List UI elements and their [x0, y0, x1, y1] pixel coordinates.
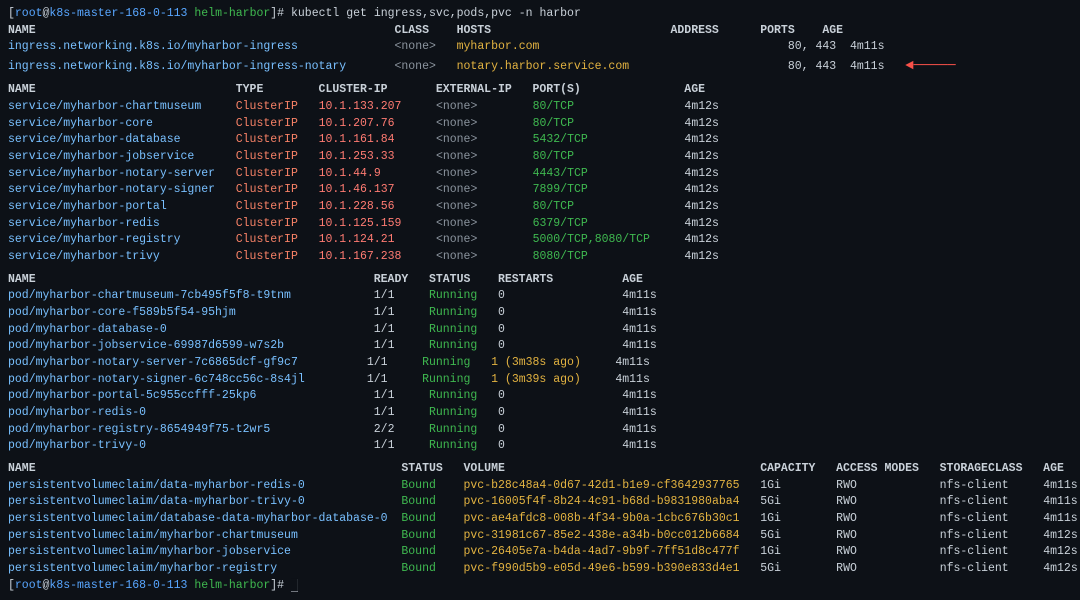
pvc-row-1: persistentvolumeclaim/data-myharbor-redi… [8, 478, 1072, 495]
pod-row-5: pod/myharbor-notary-server-7c6865dcf-gf9… [8, 355, 1072, 372]
pod-row-8: pod/myharbor-redis-0 1/1 Running 0 4m11s [8, 405, 1072, 422]
pod-row-9: pod/myharbor-registry-8654949f75-t2wr5 2… [8, 422, 1072, 439]
pod-row-10: pod/myharbor-trivy-0 1/1 Running 0 4m11s [8, 438, 1072, 455]
svc-row-6: service/myharbor-notary-signer ClusterIP… [8, 182, 1072, 199]
pvc-header: NAME STATUS VOLUME CAPACITY ACCESS MODES… [8, 461, 1072, 478]
pod-row-1: pod/myharbor-chartmuseum-7cb495f5f8-t9tn… [8, 288, 1072, 305]
pvc-row-3: persistentvolumeclaim/database-data-myha… [8, 511, 1072, 528]
svc-row-4: service/myharbor-jobservice ClusterIP 10… [8, 149, 1072, 166]
final-prompt[interactable]: [root@k8s-master-168-0-113 helm-harbor]#… [8, 578, 1072, 595]
pod-row-4: pod/myharbor-jobservice-69987d6599-w7s2b… [8, 338, 1072, 355]
terminal: [root@k8s-master-168-0-113 helm-harbor]#… [0, 0, 1080, 600]
pvc-row-6: persistentvolumeclaim/myharbor-registry … [8, 561, 1072, 578]
pod-header: NAME READY STATUS RESTARTS AGE [8, 272, 1072, 289]
ingress-row-1: ingress.networking.k8s.io/myharbor-ingre… [8, 39, 1072, 56]
pod-row-3: pod/myharbor-database-0 1/1 Running 0 4m… [8, 322, 1072, 339]
svc-row-3: service/myharbor-database ClusterIP 10.1… [8, 132, 1072, 149]
pod-row-7: pod/myharbor-portal-5c955ccfff-25kp6 1/1… [8, 388, 1072, 405]
svc-row-7: service/myharbor-portal ClusterIP 10.1.2… [8, 199, 1072, 216]
pod-row-6: pod/myharbor-notary-signer-6c748cc56c-8s… [8, 372, 1072, 389]
pod-row-2: pod/myharbor-core-f589b5f54-95hjm 1/1 Ru… [8, 305, 1072, 322]
svc-row-9: service/myharbor-registry ClusterIP 10.1… [8, 232, 1072, 249]
svc-row-1: service/myharbor-chartmuseum ClusterIP 1… [8, 99, 1072, 116]
svc-row-5: service/myharbor-notary-server ClusterIP… [8, 166, 1072, 183]
pvc-row-5: persistentvolumeclaim/myharbor-jobservic… [8, 544, 1072, 561]
svc-row-8: service/myharbor-redis ClusterIP 10.1.12… [8, 216, 1072, 233]
pvc-row-4: persistentvolumeclaim/myharbor-chartmuse… [8, 528, 1072, 545]
svc-row-10: service/myharbor-trivy ClusterIP 10.1.16… [8, 249, 1072, 266]
pvc-row-2: persistentvolumeclaim/data-myharbor-triv… [8, 494, 1072, 511]
svc-header: NAME TYPE CLUSTER-IP EXTERNAL-IP PORT(S)… [8, 82, 1072, 99]
ingress-header: NAME CLASS HOSTS ADDRESS PORTS AGE [8, 23, 1072, 40]
svc-row-2: service/myharbor-core ClusterIP 10.1.207… [8, 116, 1072, 133]
ingress-row-2: ingress.networking.k8s.io/myharbor-ingre… [8, 56, 1072, 76]
prompt-line-1: [root@k8s-master-168-0-113 helm-harbor]#… [8, 6, 1072, 23]
